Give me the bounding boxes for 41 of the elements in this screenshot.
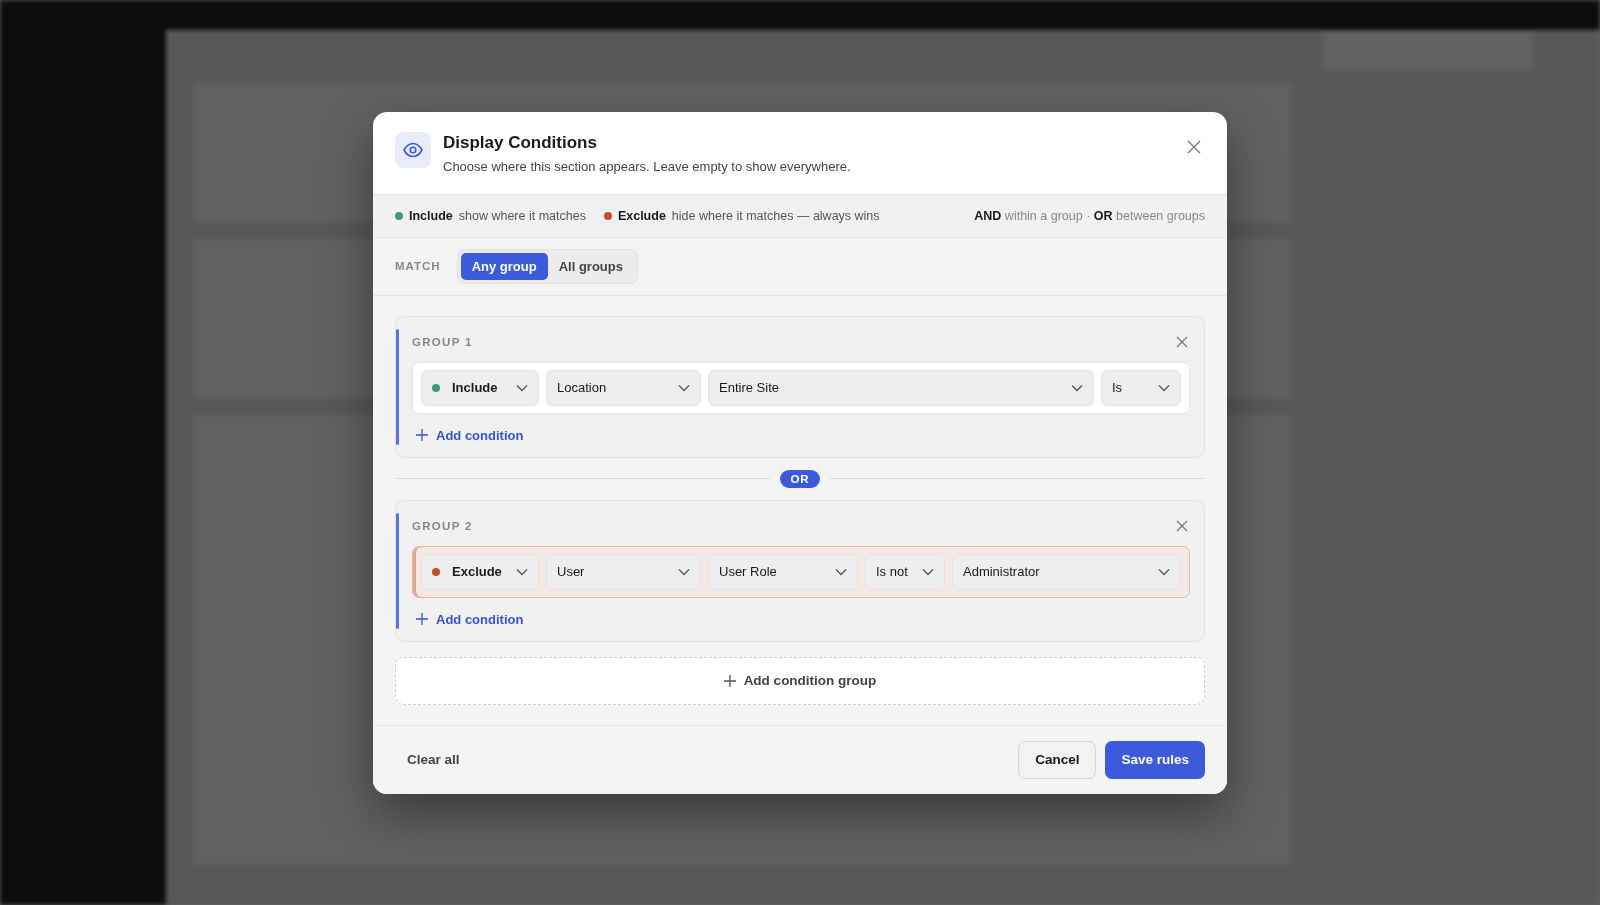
- condition-select[interactable]: Is: [1101, 369, 1181, 406]
- save-button[interactable]: Save rules: [1105, 740, 1205, 779]
- chevron-down-icon: [922, 567, 934, 576]
- chevron-down-icon: [1158, 383, 1170, 392]
- chevron-down-icon: [1158, 567, 1170, 576]
- mode-select[interactable]: Include: [421, 369, 539, 406]
- eye-icon: [395, 131, 431, 168]
- condition-select[interactable]: User Role: [708, 553, 858, 590]
- condition-select[interactable]: Administrator: [952, 553, 1181, 590]
- chevron-down-icon: [1071, 383, 1083, 392]
- chevron-down-icon: [516, 567, 528, 576]
- dialog-title: Display Conditions: [443, 132, 598, 153]
- chevron-down-icon: [516, 383, 528, 392]
- group-title: GROUP 2: [412, 519, 473, 532]
- condition-select[interactable]: Is not: [865, 553, 945, 590]
- match-label: MATCH: [395, 260, 441, 272]
- legend-text: hide where it matches — always wins: [671, 208, 880, 223]
- group-title: GROUP 1: [412, 335, 473, 348]
- match-option[interactable]: Any group: [460, 252, 548, 280]
- add-condition-link[interactable]: Add condition: [412, 597, 528, 627]
- logic-hint: AND within a group · OR between groups: [974, 208, 1205, 223]
- plus-icon: [723, 674, 736, 687]
- add-group-button[interactable]: Add condition group: [395, 656, 1205, 705]
- plus-icon: [416, 613, 428, 625]
- cancel-button[interactable]: Cancel: [1018, 740, 1097, 779]
- add-condition-link[interactable]: Add condition: [412, 413, 528, 443]
- legend-text: show where it matches: [458, 208, 586, 223]
- condition-select[interactable]: User: [546, 553, 701, 590]
- chevron-down-icon: [678, 383, 690, 392]
- chevron-down-icon: [678, 567, 690, 576]
- or-badge: OR: [780, 469, 820, 488]
- legend-label: Exclude: [617, 208, 666, 223]
- condition-select[interactable]: Entire Site: [708, 369, 1094, 406]
- legend-label: Include: [409, 208, 453, 223]
- dialog-subtitle: Choose where this section appears. Leave empty to show everywhere.: [443, 158, 852, 174]
- condition-select[interactable]: Location: [546, 369, 701, 406]
- match-option[interactable]: All groups: [547, 252, 634, 280]
- mode-select[interactable]: Exclude: [421, 553, 539, 590]
- chevron-down-icon: [835, 567, 847, 576]
- clear-all-button[interactable]: Clear all: [387, 744, 480, 775]
- plus-icon: [416, 429, 428, 441]
